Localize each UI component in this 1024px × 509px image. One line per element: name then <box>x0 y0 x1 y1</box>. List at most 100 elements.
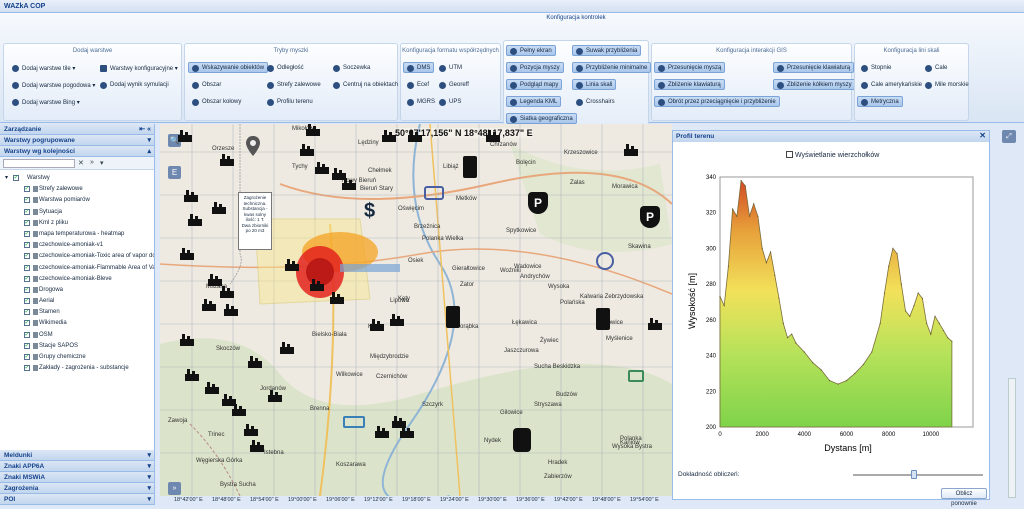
map-view[interactable]: 50°07'17,156" N 18°48' 17,837" E 🔍 E » Z… <box>160 124 672 496</box>
factory-icon[interactable] <box>212 202 226 214</box>
checkbox[interactable] <box>24 218 30 228</box>
add-tile-layer-button[interactable]: Dodaj warstwe tile ▾ <box>8 62 79 73</box>
layer-item[interactable]: czechowice-amoniak-Toxic area of vapor d… <box>5 251 154 262</box>
nautical-miles-button[interactable]: Mile morskie <box>921 79 973 90</box>
factory-icon[interactable] <box>390 314 404 326</box>
parking-icon[interactable]: P <box>640 206 660 228</box>
wheel-zoom-button[interactable]: Zbliżenie kółkiem myszy <box>773 79 856 90</box>
fuel-station-icon[interactable] <box>446 306 460 328</box>
checkbox[interactable] <box>24 363 30 373</box>
factory-icon[interactable] <box>375 426 389 438</box>
mouse-pan-button[interactable]: Przesunięcie myszą <box>654 62 726 73</box>
factory-icon[interactable] <box>382 130 396 142</box>
layer-item[interactable]: Sytuacja <box>5 207 154 218</box>
expand-map-icon[interactable]: » <box>168 482 181 495</box>
kml-legend-button[interactable]: Legenda KML <box>506 96 562 107</box>
layer-item[interactable]: Strefy zalewowe <box>5 184 154 195</box>
zoom-slider-button[interactable]: Suwak przybliżenia <box>572 45 642 56</box>
checkbox[interactable] <box>24 330 30 340</box>
factory-icon[interactable] <box>408 130 422 142</box>
accordion-poi[interactable]: POI ▾ <box>0 494 154 505</box>
utm-button[interactable]: UTM <box>435 62 466 73</box>
checkbox[interactable] <box>24 274 30 284</box>
speed-camera-icon[interactable] <box>596 252 614 270</box>
factory-icon[interactable] <box>330 292 344 304</box>
layer-item[interactable]: Drogowa <box>5 285 154 296</box>
crosshairs-button[interactable]: Crosshairs <box>572 96 619 107</box>
layer-search-input[interactable] <box>3 159 75 168</box>
layer-item[interactable]: czechowice-amoniak-v1 <box>5 240 154 251</box>
info-board-icon[interactable] <box>628 370 644 382</box>
geo-grid-button[interactable]: Siatka geograficzna <box>506 113 577 124</box>
layer-item[interactable]: Warstwa pomiarów <box>5 195 154 206</box>
factory-icon[interactable] <box>180 248 194 260</box>
add-simulation-result-button[interactable]: Dodaj wynik symulacji <box>96 79 173 90</box>
close-icon[interactable]: ✕ <box>979 131 986 140</box>
location-pin-icon[interactable] <box>246 136 260 156</box>
accordion-app6a[interactable]: Znaki APP6A ▾ <box>0 461 154 472</box>
layer-item[interactable]: Stacje SAPOS <box>5 341 154 352</box>
layer-item[interactable]: Stamen <box>5 307 154 318</box>
factory-icon[interactable] <box>185 369 199 381</box>
factory-icon[interactable] <box>244 424 258 436</box>
lens-button[interactable]: Soczewka <box>329 62 374 73</box>
bus-icon[interactable] <box>343 416 365 428</box>
inches-button[interactable]: Cale <box>921 62 951 73</box>
factory-icon[interactable] <box>220 154 234 166</box>
checkbox[interactable] <box>24 296 30 306</box>
expand-all-icon[interactable]: » <box>90 159 94 166</box>
circle-area-button[interactable]: Obszar kołowy <box>188 96 245 107</box>
metric-button[interactable]: Metryczna <box>857 96 903 107</box>
checkbox[interactable] <box>24 263 30 273</box>
terrain-profile-button[interactable]: Profilu terenu <box>263 96 317 107</box>
show-vertices-checkbox[interactable]: Wyświetlanie wierzchołków <box>786 151 879 159</box>
layer-item[interactable]: Kml z pliku <box>5 218 154 229</box>
layer-item[interactable]: Wikimedia <box>5 318 154 329</box>
factory-icon[interactable] <box>486 130 500 142</box>
factory-icon[interactable] <box>400 426 414 438</box>
factory-icon[interactable] <box>342 178 356 190</box>
add-bing-layer-button[interactable]: Dodaj warstwe Bing ▾ <box>8 96 84 107</box>
profile-panel-header[interactable]: Profil terenu ✕ <box>673 131 989 142</box>
keyboard-zoom-button[interactable]: Zbliżenie klawiaturą <box>654 79 725 90</box>
precision-slider-track[interactable] <box>853 474 983 476</box>
recalculate-button[interactable]: Oblicz ponownie <box>941 488 987 507</box>
area-button[interactable]: Obszar <box>188 79 225 90</box>
checkbox[interactable] <box>24 352 30 362</box>
checkbox[interactable] <box>24 318 30 328</box>
factory-icon[interactable] <box>370 319 384 331</box>
factory-icon[interactable] <box>180 334 194 346</box>
truck-icon[interactable] <box>424 186 444 200</box>
factory-icon[interactable] <box>202 299 216 311</box>
factory-icon[interactable] <box>268 390 282 402</box>
ribbon-tab-controls[interactable]: Konfiguracja kontrolek <box>505 15 647 25</box>
map-preview-button[interactable]: Podgląd mapy <box>506 79 563 90</box>
checkbox[interactable] <box>24 229 30 239</box>
flood-zones-button[interactable]: Strefy zalewowe <box>263 79 325 90</box>
vertical-scrollbar[interactable] <box>1008 378 1016 498</box>
collapse-icon[interactable]: ⇤ « <box>139 125 151 133</box>
checkbox[interactable] <box>24 307 30 317</box>
dollar-icon[interactable]: $ <box>364 200 375 223</box>
checkbox[interactable] <box>13 173 19 183</box>
add-weather-layer-button[interactable]: Dodaj warstwe pogodowa ▾ <box>8 79 99 90</box>
layer-item[interactable]: czechowice-amoniak-Bleve <box>5 274 154 285</box>
clear-search-icon[interactable]: ✕ <box>78 159 84 167</box>
mouse-position-button[interactable]: Pozycja myszy <box>506 62 564 73</box>
layer-item[interactable]: mapa temperaturowa - heatmap <box>5 229 154 240</box>
parking-icon[interactable]: P <box>528 192 548 214</box>
layer-item[interactable]: OSM <box>5 330 154 341</box>
factory-icon[interactable] <box>184 190 198 202</box>
factory-icon[interactable] <box>220 286 234 298</box>
min-zoom-button[interactable]: Przybliżenie minimalne <box>572 62 652 73</box>
ups-button[interactable]: UPS <box>435 96 465 107</box>
accordion-threats[interactable]: Zagrożenia ▾ <box>0 483 154 494</box>
accordion-ordered-layers[interactable]: Warstwy wg kolejności ▴ <box>0 146 154 157</box>
config-layers-button[interactable]: Warstwy konfiguracyjne ▾ <box>96 62 182 73</box>
checkbox[interactable] <box>24 184 30 194</box>
fullscreen-button[interactable]: Pełny ekran <box>506 45 556 56</box>
mgrs-button[interactable]: MGRS <box>403 96 439 107</box>
fuel-station-icon[interactable] <box>463 156 477 178</box>
factory-icon[interactable] <box>208 274 222 286</box>
factory-icon[interactable] <box>624 144 638 156</box>
